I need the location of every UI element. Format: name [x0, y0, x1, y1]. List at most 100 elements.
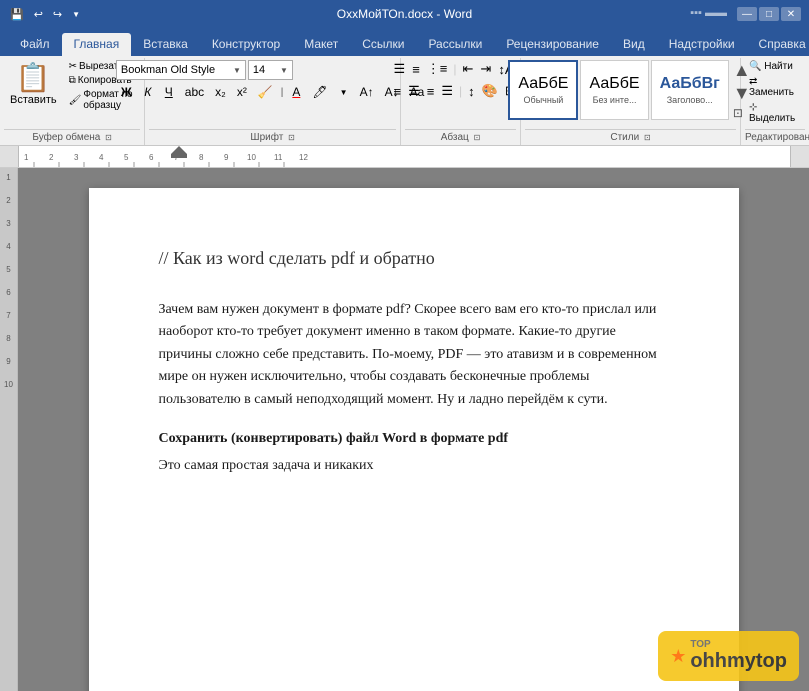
shading-button[interactable]: 🎨	[479, 82, 501, 100]
document-page[interactable]: // Как из word сделать pdf и обратно Зач…	[89, 188, 739, 691]
quick-save-icon[interactable]: 💾	[8, 8, 26, 21]
styles-gallery: АаБбЕ Обычный АаБбЕ Без инте... АаБбВг З…	[508, 60, 752, 120]
window-size-indicator: ▪▪▪ ▬▬	[690, 7, 727, 21]
grow-font-button[interactable]: A↑	[355, 84, 379, 100]
style-no-spacing[interactable]: АаБбЕ Без инте...	[580, 60, 648, 120]
quick-undo-icon[interactable]: ↩	[32, 8, 45, 21]
document-canvas[interactable]: // Как из word сделать pdf и обратно Зач…	[18, 168, 809, 691]
tab-design[interactable]: Конструктор	[200, 33, 292, 56]
ribbon-tabs: Файл Главная Вставка Конструктор Макет С…	[0, 28, 809, 56]
tab-file[interactable]: Файл	[8, 33, 62, 56]
font-dialog-launcher[interactable]: ⊡	[288, 133, 295, 142]
restore-button[interactable]: □	[759, 7, 779, 21]
line-spacing-button[interactable]: ↕	[465, 83, 478, 100]
style-nospacing-preview: АаБбЕ	[589, 75, 639, 93]
ruler-num-1: 1	[6, 173, 10, 182]
italic-button[interactable]: К	[138, 84, 158, 100]
editing-group: 🔍 Найти ⇄ Заменить ⊹ Выделить Редактиров…	[741, 58, 809, 145]
svg-text:9: 9	[224, 153, 229, 162]
find-button[interactable]: 🔍 Найти	[745, 60, 797, 73]
paste-button[interactable]: 📋 Вставить	[4, 60, 63, 110]
superscript-button[interactable]: x²	[232, 84, 252, 100]
tab-view[interactable]: Вид	[611, 33, 657, 56]
paste-label: Вставить	[10, 94, 57, 106]
ruler-num-3: 3	[6, 219, 10, 228]
watermark-overlay: ★ TOP ohhmytop	[658, 631, 799, 681]
ruler-num-2: 2	[6, 196, 10, 205]
style-normal[interactable]: АаБбЕ Обычный	[508, 60, 578, 120]
multilevel-button[interactable]: ⋮≡	[424, 60, 451, 78]
ruler-left-margin	[0, 146, 18, 167]
tab-review[interactable]: Рецензирование	[494, 33, 611, 56]
font-separator: |	[281, 87, 284, 98]
tab-mailings[interactable]: Рассылки	[416, 33, 494, 56]
styles-dialog-launcher[interactable]: ⊡	[644, 133, 651, 142]
decrease-indent-button[interactable]: ⇤	[460, 60, 477, 78]
font-group-label: Шрифт ⊡	[149, 129, 396, 145]
strikethrough-button[interactable]: abc	[180, 84, 209, 100]
numbering-button[interactable]: ≡	[409, 61, 423, 78]
bullets-button[interactable]: ☰	[391, 60, 409, 78]
window-controls: ▪▪▪ ▬▬ — □ ✕	[690, 7, 801, 21]
ruler-num-5: 5	[6, 265, 10, 274]
ribbon: 📋 Вставить ✂ Вырезать ⧉ Копировать 🖌 Фор…	[0, 56, 809, 146]
title-bar: 💾 ↩ ↪ ▼ ОxxМойТОn.docx - Word ▪▪▪ ▬▬ — □…	[0, 0, 809, 28]
font-color-dropdown[interactable]: ▼	[334, 87, 354, 98]
svg-text:11: 11	[274, 153, 283, 162]
para-sep1: |	[453, 62, 456, 76]
document-subheading: Сохранить (конвертировать) файл Word в ф…	[159, 431, 669, 447]
minimize-button[interactable]: —	[737, 7, 757, 21]
style-nospacing-name: Без инте...	[593, 95, 637, 105]
watermark-text: ohhmytop	[690, 650, 787, 673]
document-body-paragraph-2[interactable]: Это самая простая задача и никаких	[159, 455, 669, 477]
paragraph-dialog-launcher[interactable]: ⊡	[474, 133, 481, 142]
bold-button[interactable]: Ж	[116, 84, 137, 100]
text-color-button[interactable]: А	[286, 84, 306, 100]
para-sep2: |	[459, 84, 462, 98]
font-size-dropdown[interactable]: 14 ▼	[248, 60, 293, 80]
close-button[interactable]: ✕	[781, 7, 801, 21]
clear-formatting-button[interactable]: 🧹	[253, 84, 278, 100]
tab-insert[interactable]: Вставка	[131, 33, 200, 56]
tab-layout[interactable]: Макет	[292, 33, 350, 56]
align-left-button[interactable]: ≡	[391, 83, 405, 100]
quick-redo-icon[interactable]: ↪	[51, 8, 64, 21]
subscript-button[interactable]: x₂	[210, 84, 231, 100]
align-center-button[interactable]: ☰	[405, 82, 423, 100]
ruler-main[interactable]: 1 2 3 4 5 6 7 8 9 10 11 12	[18, 146, 791, 167]
font-name-dropdown[interactable]: Bookman Old Style ▼	[116, 60, 246, 80]
increase-indent-button[interactable]: ⇥	[477, 60, 494, 78]
style-normal-name: Обычный	[524, 95, 564, 105]
justify-button[interactable]: ☰	[438, 82, 456, 100]
ruler-num-6: 6	[6, 288, 10, 297]
highlight-button[interactable]: 🖊	[307, 84, 332, 100]
style-heading1[interactable]: АаБбВг Заголово...	[651, 60, 729, 120]
clipboard-dialog-launcher[interactable]: ⊡	[105, 133, 112, 142]
ruler-num-9: 9	[6, 357, 10, 366]
svg-text:10: 10	[247, 153, 256, 162]
vertical-ruler: 1 2 3 4 5 6 7 8 9 10	[0, 168, 18, 691]
ruler-right-margin	[791, 146, 809, 167]
clipboard-group-label: Буфер обмена ⊡	[4, 129, 140, 145]
tab-home[interactable]: Главная	[62, 33, 132, 56]
tab-references[interactable]: Ссылки	[350, 33, 416, 56]
paragraph-group-label: Абзац ⊡	[405, 129, 516, 145]
ruler-num-10: 10	[4, 380, 13, 389]
underline-button[interactable]: Ч	[159, 84, 179, 100]
quick-extra-icon[interactable]: ▼	[70, 10, 82, 19]
document-body-paragraph[interactable]: Зачем вам нужен документ в формате pdf? …	[159, 299, 669, 411]
format-painter-icon: 🖌	[69, 95, 82, 106]
ruler-num-8: 8	[6, 334, 10, 343]
ruler-num-4: 4	[6, 242, 10, 251]
svg-text:12: 12	[299, 153, 308, 162]
svg-text:2: 2	[49, 153, 54, 162]
tab-addins[interactable]: Надстройки	[657, 33, 747, 56]
replace-button[interactable]: ⇄ Заменить	[745, 75, 805, 99]
window-title: ОxxМойТОn.docx - Word	[337, 7, 472, 21]
select-button[interactable]: ⊹ Выделить	[745, 101, 805, 125]
style-heading1-preview: АаБбВг	[660, 75, 720, 93]
align-right-button[interactable]: ≡	[424, 83, 438, 100]
tab-help[interactable]: Справка	[747, 33, 809, 56]
quick-access-toolbar: 💾 ↩ ↪ ▼	[8, 8, 82, 21]
ruler-num-7: 7	[6, 311, 10, 320]
